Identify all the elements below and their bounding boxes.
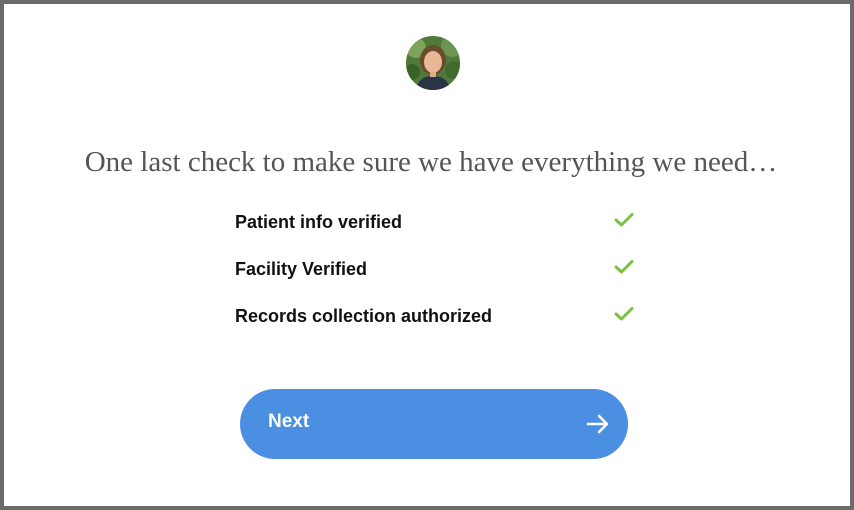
check-icon [614, 259, 634, 275]
checklist-item-patient-info: Patient info verified [234, 208, 644, 255]
checklist-item-label: Patient info verified [235, 212, 403, 232]
page-title: One last check to make sure we have ever… [84, 146, 778, 178]
arrow-right-icon [586, 413, 610, 435]
checklist-item-records-collection: Records collection authorized [234, 302, 644, 349]
next-button-label: Next [268, 411, 310, 432]
checklist-item-label: Records collection authorized [235, 306, 493, 326]
checklist-item-label: Facility Verified [235, 259, 368, 279]
verification-checklist: Patient info verified Facility Verified … [234, 208, 644, 349]
avatar [406, 36, 460, 90]
next-button[interactable]: Next [240, 389, 628, 459]
check-icon [614, 212, 634, 228]
check-icon [614, 306, 634, 322]
dialog-frame: One last check to make sure we have ever… [0, 0, 854, 510]
checklist-item-facility: Facility Verified [234, 255, 644, 302]
